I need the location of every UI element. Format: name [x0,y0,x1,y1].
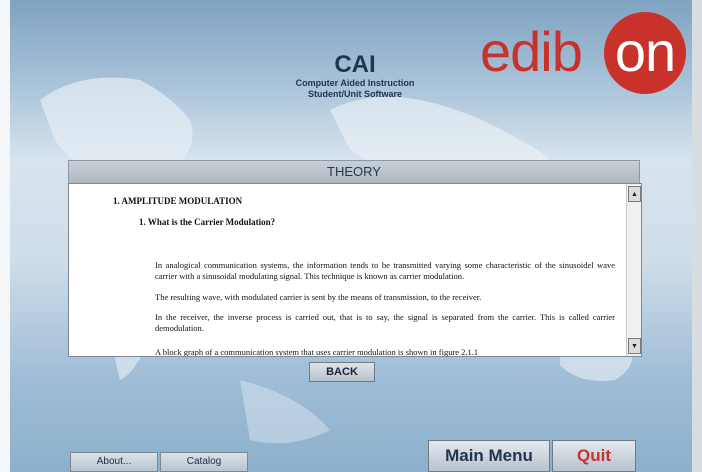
quit-button[interactable]: Quit [552,440,636,472]
paragraph: In analogical communication systems, the… [155,260,615,281]
logo-text-left: edib [480,20,583,83]
main-menu-button[interactable]: Main Menu [428,440,550,472]
app-title: CAI [334,51,376,78]
theory-document: 1. AMPLITUDE MODULATION 1. What is the C… [69,184,625,356]
app-window: CAI Computer Aided Instruction Student/U… [0,0,702,472]
about-button[interactable]: About... [70,452,158,472]
vertical-scrollbar[interactable]: ▲ ▼ [626,184,641,356]
app-subtitle-line2: Student/Unit Software [308,89,402,99]
edibon-logo: edib on [480,12,690,102]
paragraph: The resulting wave, with modulated carri… [155,292,482,302]
app-subtitle-line1: Computer Aided Instruction [295,78,415,88]
section-title-bar: THEORY [68,160,640,184]
theory-content-panel[interactable]: 1. AMPLITUDE MODULATION 1. What is the C… [68,183,642,357]
paragraph: In the receiver, the inverse process is … [155,312,615,333]
app-header: CAI Computer Aided Instruction Student/U… [270,52,440,100]
logo-text-right: on [614,20,676,83]
subsection-heading: 1. What is the Carrier Modulation? [139,217,276,227]
catalog-button[interactable]: Catalog [160,452,248,472]
section-heading: 1. AMPLITUDE MODULATION [113,196,243,206]
paragraph: A block graph of a communication system … [155,347,479,356]
scroll-up-icon[interactable]: ▲ [628,186,641,202]
scroll-down-icon[interactable]: ▼ [628,338,641,354]
back-button[interactable]: BACK [309,362,375,382]
